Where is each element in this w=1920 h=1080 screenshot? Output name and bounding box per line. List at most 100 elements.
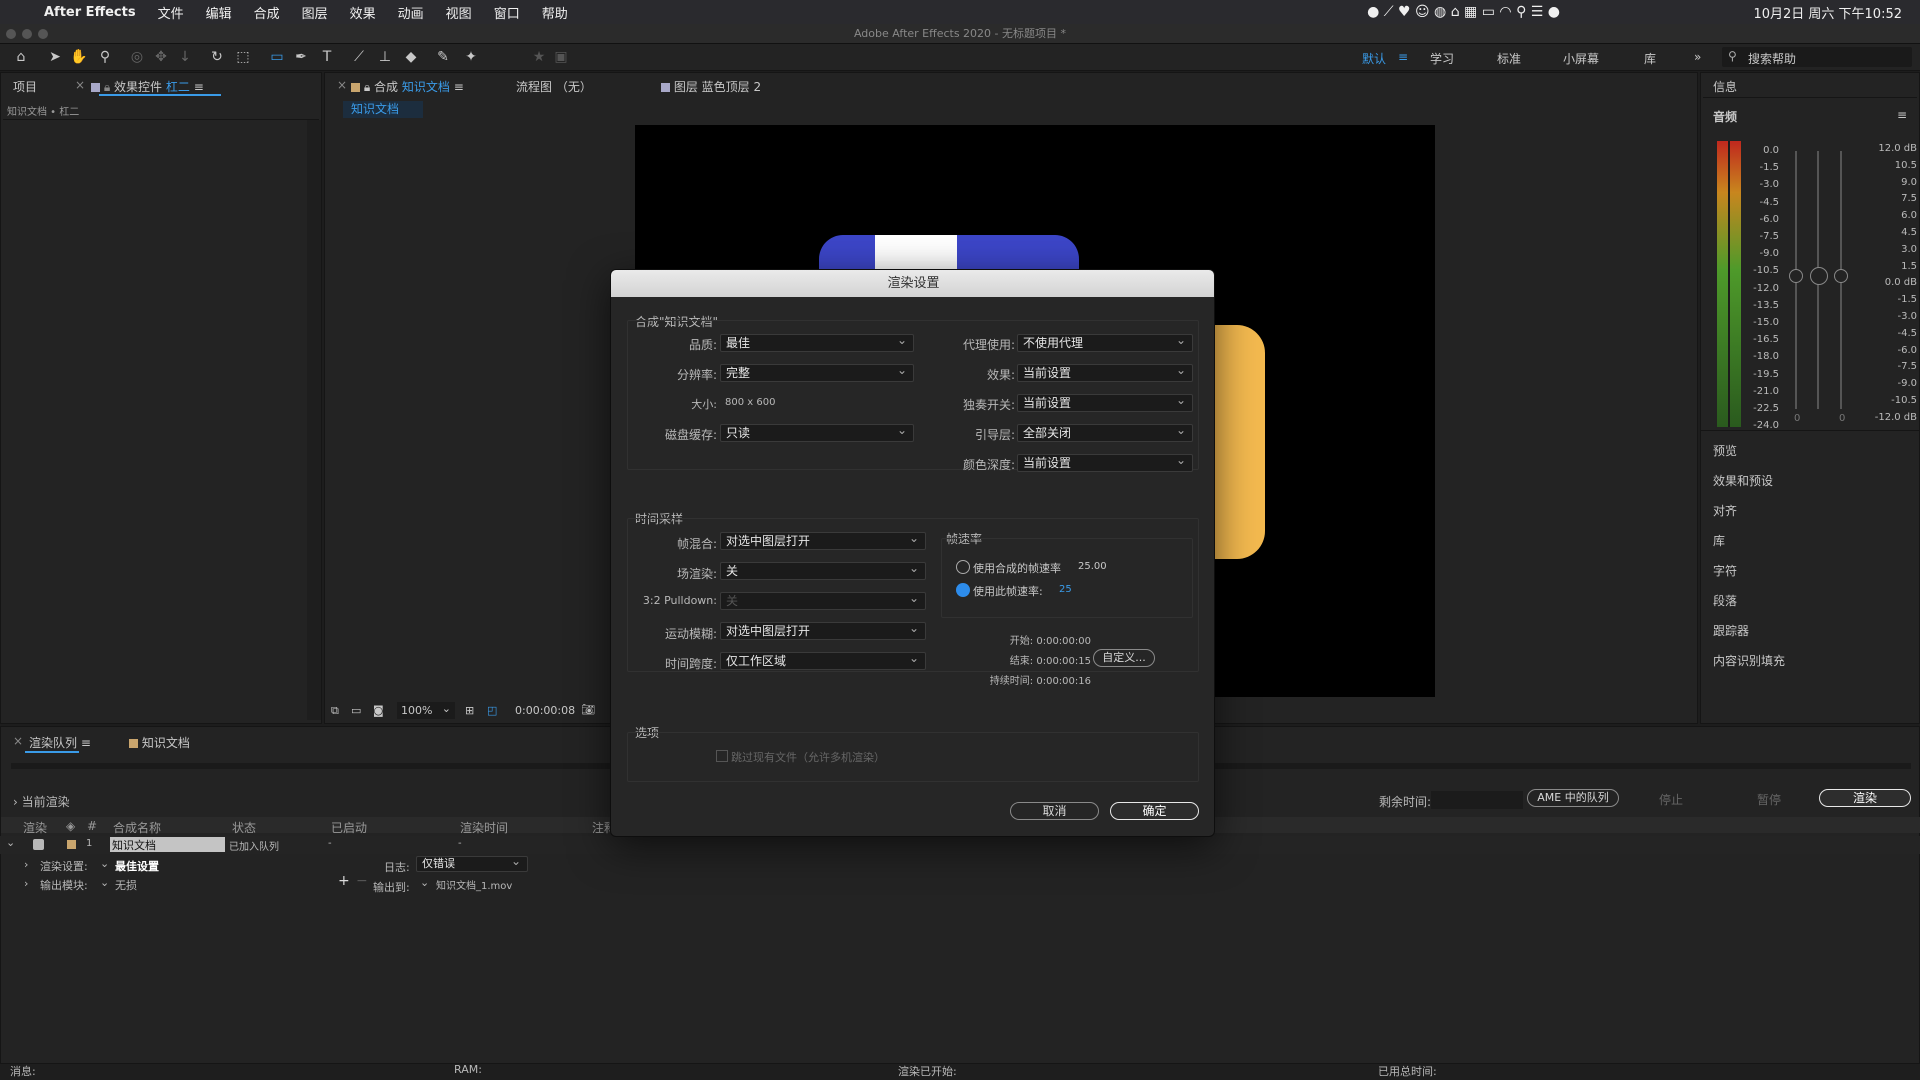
- rotate-tool-icon[interactable]: ↻: [208, 48, 226, 66]
- time-span-dropdown[interactable]: 仅工作区域: [720, 650, 926, 670]
- frame-blend-dropdown[interactable]: 对选中图层打开: [720, 530, 926, 550]
- section-preview[interactable]: 预览: [1713, 442, 1737, 459]
- clone-stamp-tool-icon[interactable]: ⊥: [376, 48, 394, 66]
- more-workspaces-icon[interactable]: »: [1694, 50, 1701, 64]
- col-number[interactable]: #: [87, 819, 97, 833]
- this-rate-value[interactable]: 25: [1059, 584, 1072, 595]
- use-comp-rate-radio[interactable]: [956, 560, 970, 574]
- render-settings-link[interactable]: 最佳设置: [115, 858, 159, 874]
- selection-tool-icon[interactable]: ➤: [46, 48, 64, 66]
- section-align[interactable]: 对齐: [1713, 502, 1737, 519]
- section-paragraph[interactable]: 段落: [1713, 592, 1737, 609]
- col-render-time[interactable]: 渲染时间: [460, 819, 508, 836]
- puppet-pin-tool-icon[interactable]: ✦: [462, 48, 480, 66]
- col-status[interactable]: 状态: [232, 819, 256, 836]
- type-tool-icon[interactable]: T: [318, 48, 336, 66]
- render-queue-menu-icon[interactable]: ≡: [81, 736, 91, 750]
- menu-file[interactable]: 文件: [158, 3, 184, 22]
- row-label-swatch[interactable]: [67, 840, 76, 849]
- eraser-tool-icon[interactable]: ◆: [402, 48, 420, 66]
- row-comp-name[interactable]: 知识文档: [110, 837, 225, 852]
- output-path-link[interactable]: 知识文档_1.mov: [436, 877, 512, 892]
- minimize-window-icon[interactable]: [22, 29, 32, 39]
- workspace-standard[interactable]: 标准: [1497, 50, 1521, 67]
- col-render[interactable]: 渲染: [23, 819, 47, 836]
- tab-render-queue[interactable]: 渲染队列 ≡: [29, 734, 91, 751]
- close-render-tab-icon[interactable]: ×: [13, 734, 23, 748]
- section-effects-presets[interactable]: 效果和预设: [1713, 472, 1773, 489]
- custom-button[interactable]: 自定义...: [1093, 649, 1155, 667]
- table-row[interactable]: ⌄ 1 知识文档 已加入队列 - -: [0, 836, 1920, 854]
- expand-row-icon[interactable]: ⌄: [6, 836, 15, 849]
- zoom-tool-icon[interactable]: ⚲: [96, 48, 114, 66]
- tab-effect-controls[interactable]: 🔒︎ 效果控件 杠二 ≡: [91, 78, 204, 95]
- col-started[interactable]: 已启动: [331, 819, 367, 836]
- dolly-tool-icon[interactable]: ↓: [176, 48, 194, 66]
- resolution-icon[interactable]: ⊞: [465, 704, 474, 717]
- section-tracker[interactable]: 跟踪器: [1713, 622, 1749, 639]
- close-window-icon[interactable]: [6, 29, 16, 39]
- roto-brush-tool-icon[interactable]: ✎: [434, 48, 452, 66]
- zoom-dropdown[interactable]: 100% ⌄: [397, 702, 455, 719]
- solo-dropdown[interactable]: 当前设置: [1017, 392, 1193, 412]
- col-label-icon[interactable]: ◈: [66, 819, 75, 833]
- vr-icon[interactable]: ◙: [373, 704, 384, 717]
- menu-effect[interactable]: 效果: [350, 3, 376, 22]
- use-comp-rate-label[interactable]: 使用合成的帧速率: [973, 560, 1061, 576]
- guide-layers-dropdown[interactable]: 全部关闭: [1017, 422, 1193, 442]
- remove-output-module-icon[interactable]: −: [356, 873, 368, 889]
- slider-knob[interactable]: [1834, 269, 1848, 283]
- menu-edit[interactable]: 编辑: [206, 3, 232, 22]
- expand-render-settings-icon[interactable]: ›: [24, 858, 28, 871]
- ok-button[interactable]: 确定: [1110, 802, 1199, 820]
- slider-knob[interactable]: [1789, 269, 1803, 283]
- panel-menu-icon[interactable]: ≡: [194, 80, 204, 94]
- workspace-small-screen[interactable]: 小屏幕: [1563, 50, 1599, 67]
- snapshot-icon[interactable]: 📷︎: [581, 703, 595, 716]
- brush-tool-icon[interactable]: ⟋: [350, 48, 368, 66]
- close-comp-tab-icon[interactable]: ×: [337, 78, 347, 92]
- render-button[interactable]: 渲染: [1819, 789, 1911, 807]
- slider-knob[interactable]: [1810, 267, 1828, 285]
- menu-help[interactable]: 帮助: [542, 3, 568, 22]
- proxy-dropdown[interactable]: 不使用代理: [1017, 332, 1193, 352]
- menu-layer[interactable]: 图层: [302, 3, 328, 22]
- current-render-toggle[interactable]: › 当前渲染: [13, 793, 70, 810]
- pause-button[interactable]: 暂停: [1757, 791, 1781, 808]
- close-tab-icon[interactable]: ×: [75, 78, 85, 92]
- use-this-rate-label[interactable]: 使用此帧速率:: [973, 583, 1043, 599]
- app-menu[interactable]: After Effects: [44, 5, 136, 20]
- cancel-button[interactable]: 取消: [1010, 802, 1099, 820]
- scrollbar[interactable]: [307, 120, 321, 720]
- chevron-down-icon[interactable]: ⌄: [420, 876, 429, 889]
- pan-behind-tool-icon[interactable]: ⬚: [234, 48, 252, 66]
- audio-menu-icon[interactable]: ≡: [1897, 108, 1907, 122]
- disk-cache-dropdown[interactable]: 只读: [720, 422, 914, 442]
- tab-composition[interactable]: 🔒︎ 合成 知识文档 ≡: [351, 78, 464, 95]
- section-content-aware-fill[interactable]: 内容识别填充: [1713, 652, 1785, 669]
- log-dropdown[interactable]: 仅错误: [416, 854, 528, 872]
- snapping-icon[interactable]: ▣: [552, 48, 570, 66]
- ame-queue-button[interactable]: AME 中的队列: [1527, 789, 1619, 807]
- effects-dropdown[interactable]: 当前设置: [1017, 362, 1193, 382]
- workspace-menu-icon[interactable]: ≡: [1398, 50, 1408, 64]
- mask-toggle-icon[interactable]: ◰: [487, 704, 497, 717]
- rectangle-tool-icon[interactable]: ▭: [268, 48, 286, 66]
- always-preview-icon[interactable]: ⧉: [331, 704, 339, 718]
- zoom-window-icon[interactable]: [38, 29, 48, 39]
- quality-dropdown[interactable]: 最佳: [720, 332, 914, 352]
- menu-composition[interactable]: 合成: [254, 3, 280, 22]
- tab-flowchart[interactable]: 流程图 （无）: [516, 78, 592, 95]
- info-section[interactable]: 信息: [1713, 78, 1737, 95]
- chevron-down-icon[interactable]: ⌄: [100, 876, 109, 889]
- tab-comp-timeline[interactable]: 知识文档: [129, 734, 190, 751]
- menu-window[interactable]: 窗口: [494, 3, 520, 22]
- expand-output-module-icon[interactable]: ›: [24, 877, 28, 890]
- pen-tool-icon[interactable]: ✒: [292, 48, 310, 66]
- pan-tool-icon[interactable]: ✥: [152, 48, 170, 66]
- use-this-rate-radio[interactable]: [956, 583, 970, 597]
- motion-blur-dropdown[interactable]: 对选中图层打开: [720, 620, 926, 640]
- menu-animation[interactable]: 动画: [398, 3, 424, 22]
- tab-project[interactable]: 项目: [13, 78, 37, 95]
- comp-panel-menu-icon[interactable]: ≡: [454, 80, 464, 94]
